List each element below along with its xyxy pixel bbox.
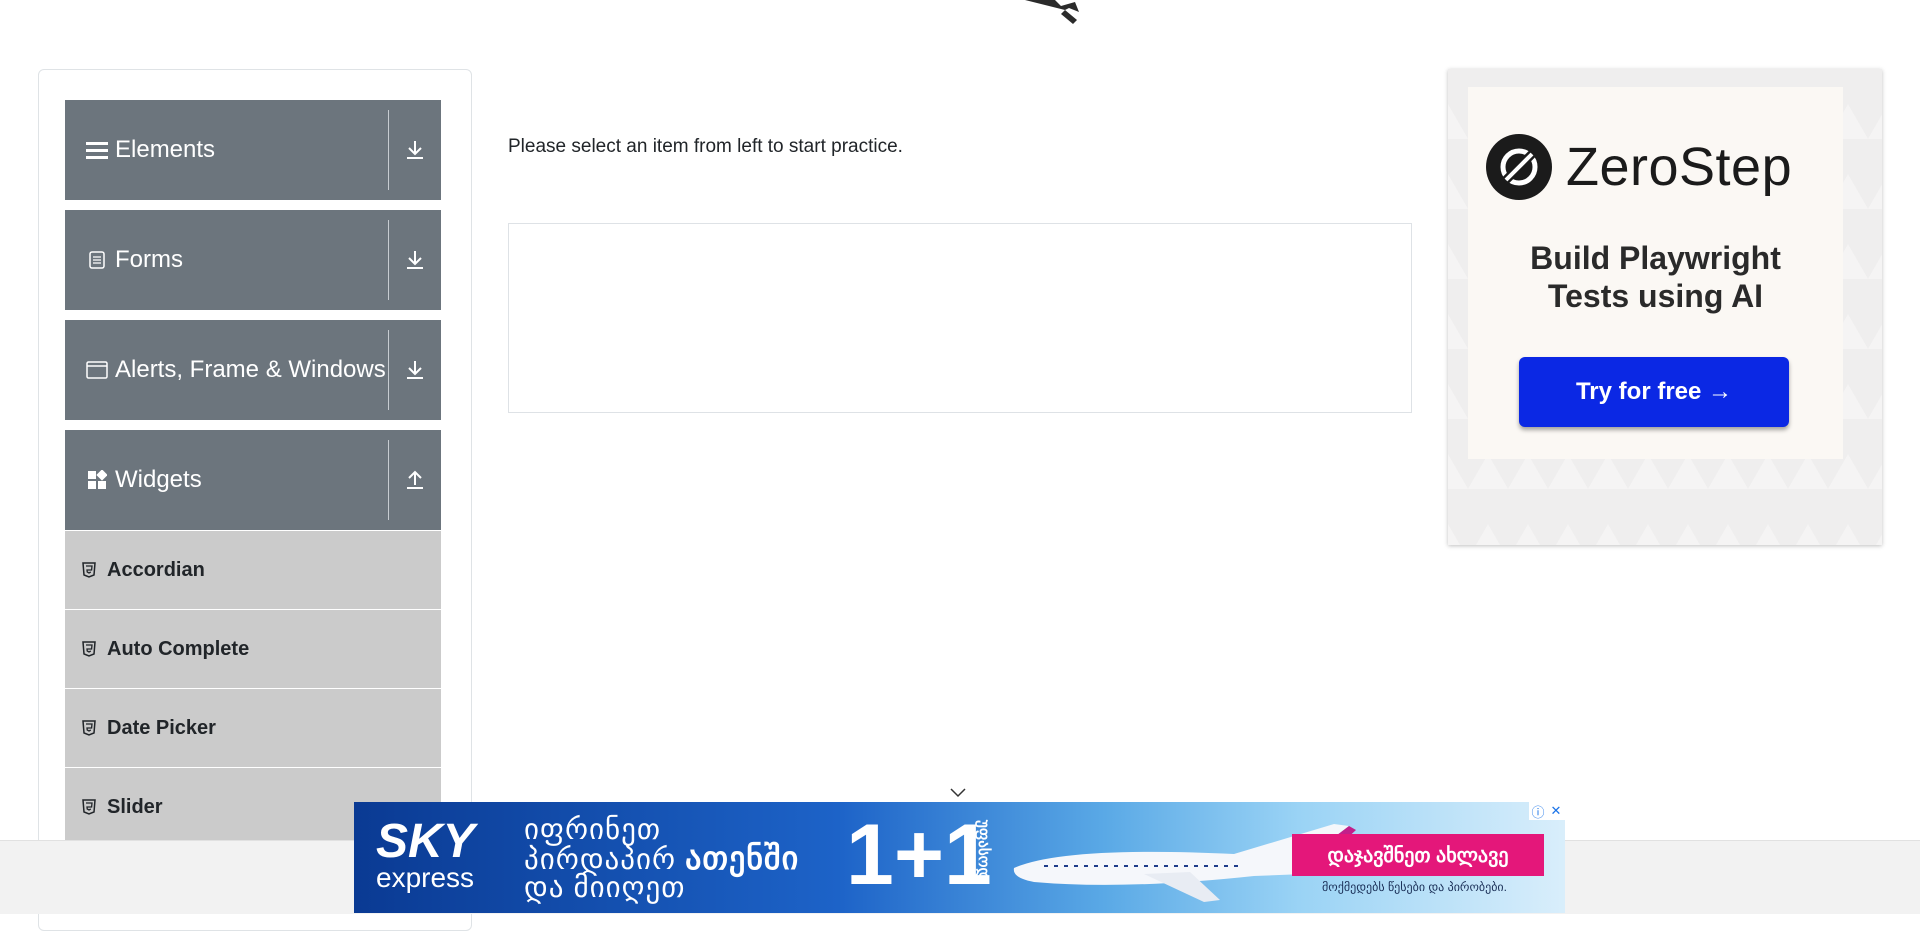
ad-headline-line2: Tests using AI <box>1547 278 1764 314</box>
menu-item-label: Accordian <box>107 558 205 581</box>
download-arrow-icon[interactable] <box>389 320 441 420</box>
group-label: Elements <box>115 136 216 163</box>
menu-item-label: Slider <box>107 795 163 818</box>
download-arrow-icon[interactable] <box>389 210 441 310</box>
ad-text-line2: პირდაპირ ათენში <box>524 842 799 875</box>
menu-item-auto-complete[interactable]: Auto Complete <box>65 610 441 689</box>
practice-area <box>508 223 1412 413</box>
grid-icon <box>85 468 109 492</box>
html5-icon <box>82 799 98 815</box>
group-forms[interactable]: Forms <box>65 210 441 310</box>
group-label: Alerts, Frame & Windows <box>115 356 386 383</box>
practice-instruction: Please select an item from left to start… <box>508 136 903 157</box>
group-label: Forms <box>115 246 183 273</box>
offer-text: 1+1 <box>846 807 992 903</box>
ad-headline-line1: Build Playwright <box>1530 240 1781 276</box>
zerostep-ad[interactable]: ZeroStep Build Playwright Tests using AI… <box>1448 69 1882 545</box>
download-arrow-icon[interactable] <box>389 100 441 200</box>
chevron-down-icon[interactable] <box>950 786 966 798</box>
ad-text-line2-bold: ათენში <box>685 840 800 876</box>
ad-headline: Build Playwright Tests using AI <box>1468 239 1843 315</box>
window-icon <box>85 358 109 382</box>
menu-item-date-picker[interactable]: Date Picker <box>65 689 441 768</box>
sky-express-logo: SKY express <box>376 815 475 893</box>
upload-arrow-icon[interactable] <box>389 430 441 530</box>
ad-controls: ⓘ ✕ <box>1529 802 1565 820</box>
group-elements[interactable]: Elements <box>65 100 441 200</box>
ad-georgian-text: იფრინეთ პირდაპირ ათენში და მიიღეთ <box>524 816 799 904</box>
divider <box>388 220 389 300</box>
book-now-button[interactable]: დაჯავშნეთ ახლავე <box>1292 834 1544 876</box>
document-icon <box>85 248 109 272</box>
divider <box>388 440 389 520</box>
widgets-menu-list: Accordian Auto Complete Date Picker Slid… <box>65 531 441 847</box>
menu-item-accordian[interactable]: Accordian <box>65 531 441 610</box>
html5-icon <box>82 562 98 578</box>
hamburger-icon <box>85 138 109 162</box>
group-widgets[interactable]: Widgets <box>65 430 441 530</box>
zerostep-logo: ZeroStep <box>1486 134 1792 200</box>
sky-express-ad[interactable]: SKY express იფრინეთ პირდაპირ ათენში და მ… <box>354 802 1565 913</box>
offer-side-text: უფასოდ <box>975 820 992 880</box>
express-logo-text: express <box>376 862 475 893</box>
html5-icon <box>82 641 98 657</box>
terms-note: მოქმედებს წესები და პირობები. <box>1322 880 1507 894</box>
close-icon[interactable]: ✕ <box>1547 802 1565 820</box>
toolsqa-logo-fragment <box>1025 0 1079 24</box>
try-for-free-button[interactable]: Try for free → <box>1519 357 1789 427</box>
menu-item-label: Date Picker <box>107 716 216 739</box>
group-alerts-frame-windows[interactable]: Alerts, Frame & Windows <box>65 320 441 420</box>
sky-logo-text: SKY <box>376 815 475 868</box>
info-icon[interactable]: ⓘ <box>1529 802 1547 820</box>
menu-item-label: Auto Complete <box>107 637 250 660</box>
group-label: Widgets <box>115 466 202 493</box>
divider <box>388 330 389 410</box>
ad-card: ZeroStep Build Playwright Tests using AI… <box>1468 87 1843 459</box>
zerostep-brand: ZeroStep <box>1566 137 1793 197</box>
divider <box>388 110 389 190</box>
html5-icon <box>82 720 98 736</box>
ad-text-line3: და მიიღეთ <box>524 872 686 904</box>
zerostep-logo-icon <box>1486 134 1552 200</box>
